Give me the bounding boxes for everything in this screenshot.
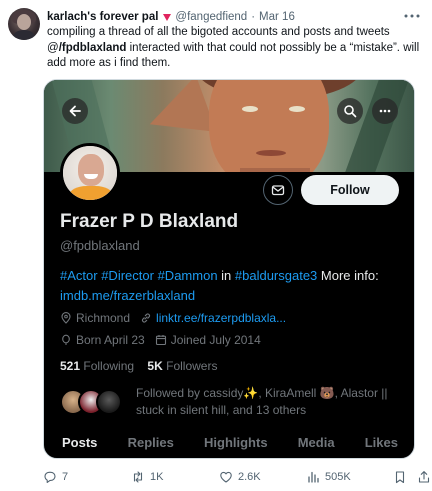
back-arrow-icon [62, 98, 88, 124]
tweet-date[interactable]: Mar 16 [259, 10, 295, 24]
profile-screenshot-card[interactable]: Follow Frazer P D Blaxland @fpdblaxland … [43, 79, 415, 459]
reply-icon [44, 471, 56, 483]
bio-hashtag: #Director [101, 268, 154, 283]
profile-stats: 521 Following 5K Followers [60, 359, 217, 373]
tweet-header: karlach's forever pal @fangedfiend · Mar… [47, 10, 295, 24]
more-icon[interactable] [402, 8, 422, 22]
bio-text: in [217, 268, 235, 283]
bio-text: More info: [317, 268, 379, 283]
triangle-flag-icon [163, 13, 172, 21]
profile-bio: #Actor #Director #Dammon in #baldursgate… [60, 266, 390, 306]
tweet: karlach's forever pal @fangedfiend · Mar… [0, 0, 432, 491]
tweet-mention[interactable]: /fpdblaxland [59, 42, 127, 54]
repost-button[interactable]: 1K [131, 470, 163, 484]
like-icon [220, 471, 232, 483]
bio-hashtag: #Actor [60, 268, 98, 283]
profile-avatar [60, 143, 120, 203]
like-button[interactable]: 2.6K [219, 470, 261, 484]
separator: · [251, 11, 256, 23]
balloon-icon [62, 334, 70, 345]
views-count: 505K [325, 471, 351, 483]
bio-link: imdb.me/frazerblaxland [60, 288, 196, 303]
more-horizontal-icon [372, 98, 398, 124]
tab-replies: Replies [127, 435, 174, 450]
followers-count: 5K [147, 359, 163, 373]
views-button[interactable]: 505K [306, 470, 351, 484]
profile-meta-row: Richmond linktr.ee/frazerpdblaxla... [60, 311, 296, 325]
location-text: Richmond [76, 311, 131, 325]
author-handle[interactable]: @fangedfiend [175, 10, 247, 24]
reply-button[interactable]: 7 [43, 470, 68, 484]
follower-avatar [96, 389, 122, 415]
author-avatar[interactable] [8, 8, 40, 40]
tab-highlights: Highlights [204, 435, 268, 450]
tab-posts: Posts [62, 431, 97, 458]
tab-media: Media [297, 435, 335, 450]
reply-count: 7 [62, 471, 69, 483]
tweet-actions: 7 1K 2.6K 505K [43, 468, 430, 488]
website-link: linktr.ee/frazerpdblaxla... [156, 311, 287, 325]
location-item: Richmond [60, 311, 130, 325]
born-text: Born April 23 [76, 333, 145, 347]
follow-button: Follow [301, 175, 399, 205]
profile-name: Frazer P D Blaxland [60, 211, 239, 232]
followers-label: Followers [166, 359, 218, 373]
search-icon [337, 98, 363, 124]
views-icon [308, 471, 319, 483]
profile-handle: @fpdblaxland [60, 238, 140, 253]
message-icon [263, 175, 293, 205]
share-button[interactable] [417, 470, 432, 484]
born-item: Born April 23 [60, 333, 145, 347]
bookmark-icon [395, 471, 405, 484]
bookmark-button[interactable] [393, 470, 412, 484]
bio-hashtag: #Dammon [157, 268, 218, 283]
repost-count: 1K [150, 471, 164, 483]
bio-hashtag: #baldursgate3 [234, 268, 318, 283]
location-icon [61, 312, 71, 324]
tweet-text: compiling a thread of all the bigoted ac… [47, 25, 422, 72]
profile-meta-row: Born April 23 Joined July 2014 [60, 333, 271, 347]
calendar-icon [155, 335, 166, 346]
followed-by-row: Followed by cassidy✨, KiraAmell 🐻, Alast… [60, 385, 400, 419]
repost-icon [133, 471, 143, 483]
profile-tabs: Posts Replies Highlights Media Likes [44, 431, 414, 458]
like-count: 2.6K [238, 471, 261, 483]
joined-text: Joined July 2014 [170, 333, 261, 347]
following-count: 521 [60, 359, 81, 373]
following-label: Following [83, 359, 135, 373]
tab-likes: Likes [364, 435, 398, 450]
link-icon [141, 313, 151, 323]
followed-by-text: Followed by cassidy✨, KiraAmell 🐻, Alast… [136, 386, 388, 417]
website-item: linktr.ee/frazerpdblaxla... [140, 311, 286, 325]
joined-item: Joined July 2014 [155, 333, 261, 347]
author-name[interactable]: karlach's forever pal [47, 10, 158, 24]
share-icon [418, 471, 430, 483]
